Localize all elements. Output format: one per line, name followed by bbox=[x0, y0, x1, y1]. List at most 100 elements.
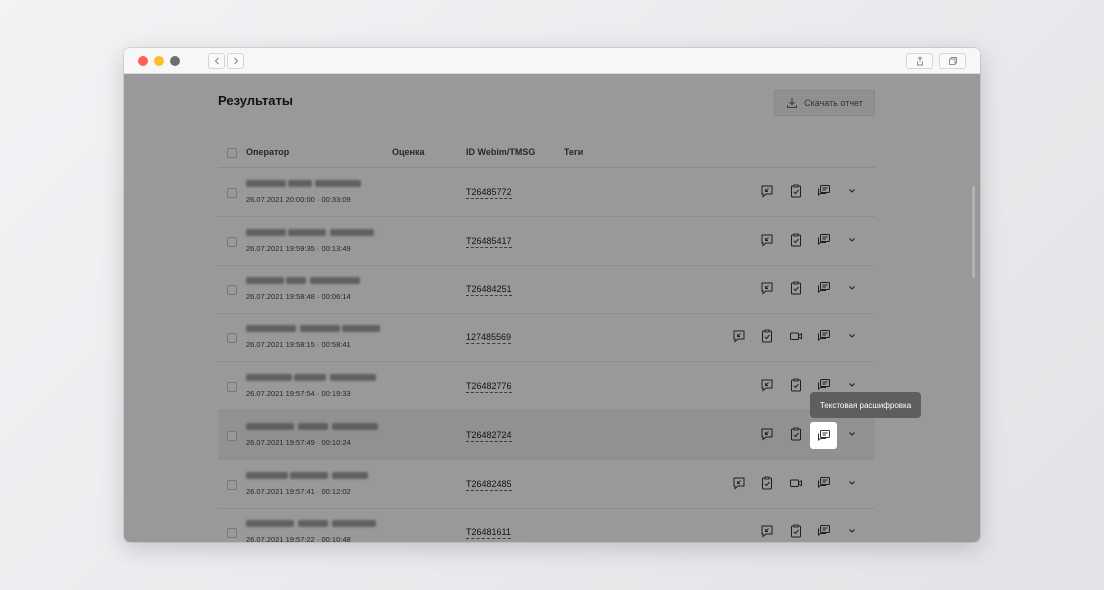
transcript-button[interactable] bbox=[816, 523, 832, 539]
table-row[interactable]: 26.07.2021 19:57:54 · 00:19:33 T26482776 bbox=[218, 362, 875, 411]
operator-name-redacted bbox=[300, 325, 340, 332]
share-button[interactable] bbox=[906, 53, 933, 69]
table-row[interactable]: 26.07.2021 19:57:41 · 00:12:02 T26482485 bbox=[218, 460, 875, 509]
row-id-link[interactable]: T26482485 bbox=[466, 479, 512, 491]
column-id[interactable]: ID Webim/TMSG bbox=[466, 147, 535, 157]
expand-row-button[interactable] bbox=[844, 523, 860, 539]
operator-name-redacted bbox=[290, 472, 328, 479]
column-tags[interactable]: Теги bbox=[564, 147, 583, 157]
chevron-down-icon bbox=[849, 189, 855, 193]
clipboard-check-button[interactable] bbox=[788, 426, 804, 442]
expand-row-button[interactable] bbox=[844, 377, 860, 393]
clipboard-check-button[interactable] bbox=[788, 183, 804, 199]
title-bar bbox=[124, 48, 980, 74]
transcript-button[interactable] bbox=[816, 232, 832, 248]
video-button[interactable] bbox=[788, 328, 804, 344]
transcript-button[interactable] bbox=[816, 328, 832, 344]
back-button[interactable] bbox=[208, 53, 225, 69]
clipboard-check-button[interactable] bbox=[788, 232, 804, 248]
operator-name-redacted bbox=[315, 180, 361, 187]
column-rating[interactable]: Оценка bbox=[392, 147, 424, 157]
row-checkbox[interactable] bbox=[227, 333, 237, 343]
row-id-link[interactable]: T26482724 bbox=[466, 430, 512, 442]
forward-button[interactable] bbox=[227, 53, 244, 69]
transcript-icon bbox=[818, 525, 830, 536]
row-timestamp: 26.07.2021 19:57:41 · 00:12:02 bbox=[246, 487, 351, 496]
operator-name-redacted bbox=[246, 423, 294, 430]
video-icon bbox=[790, 479, 802, 487]
row-id-link[interactable]: T26481611 bbox=[466, 527, 511, 539]
row-checkbox[interactable] bbox=[227, 480, 237, 490]
comment-button[interactable] bbox=[731, 475, 747, 491]
download-report-label: Скачать отчет bbox=[804, 98, 863, 108]
transcript-button[interactable] bbox=[816, 280, 832, 296]
clipboard-check-button[interactable] bbox=[759, 328, 775, 344]
row-id-link[interactable]: T26485417 bbox=[466, 236, 512, 248]
comment-button[interactable] bbox=[759, 426, 775, 442]
clipboard-check-icon bbox=[762, 329, 772, 343]
transcript-button[interactable] bbox=[816, 377, 832, 393]
chevron-right-icon bbox=[233, 57, 238, 65]
comment-button[interactable] bbox=[759, 377, 775, 393]
minimize-window-button[interactable] bbox=[154, 56, 164, 66]
table-row[interactable]: 26.07.2021 19:59:35 · 00:13:49 T26485417 bbox=[218, 217, 875, 266]
row-checkbox[interactable] bbox=[227, 431, 237, 441]
transcript-tooltip: Текстовая расшифровка bbox=[810, 392, 921, 418]
expand-row-button[interactable] bbox=[844, 475, 860, 491]
table-row[interactable]: 26.07.2021 19:58:15 · 00:58:41 127485569 bbox=[218, 313, 875, 362]
expand-row-button[interactable] bbox=[844, 426, 860, 442]
expand-row-button[interactable] bbox=[844, 328, 860, 344]
operator-name-redacted bbox=[342, 325, 380, 332]
row-checkbox[interactable] bbox=[227, 285, 237, 295]
operator-name-redacted bbox=[288, 229, 326, 236]
clipboard-check-button[interactable] bbox=[788, 377, 804, 393]
table-header: Оператор Оценка ID Webim/TMSG Теги bbox=[218, 136, 875, 168]
clipboard-check-button[interactable] bbox=[788, 523, 804, 539]
zoom-window-button[interactable] bbox=[170, 56, 180, 66]
row-timestamp: 26.07.2021 19:57:54 · 00:19:33 bbox=[246, 389, 351, 398]
operator-name-redacted bbox=[246, 520, 294, 527]
download-report-button[interactable]: Скачать отчет bbox=[774, 90, 875, 116]
clipboard-check-button[interactable] bbox=[788, 280, 804, 296]
row-timestamp: 26.07.2021 19:58:15 · 00:58:41 bbox=[246, 340, 351, 349]
table-row[interactable]: 26.07.2021 19:57:49 · 00:10:24 T26482724 bbox=[218, 411, 875, 460]
comment-button[interactable] bbox=[759, 183, 775, 199]
comment-button[interactable] bbox=[759, 280, 775, 296]
table-row[interactable]: 26.07.2021 19:58:48 · 00:06:14 T26484251 bbox=[218, 265, 875, 314]
row-checkbox[interactable] bbox=[227, 237, 237, 247]
row-checkbox[interactable] bbox=[227, 528, 237, 538]
clipboard-check-button[interactable] bbox=[759, 475, 775, 491]
video-button[interactable] bbox=[788, 475, 804, 491]
row-id-link[interactable]: T26484251 bbox=[466, 284, 512, 296]
transcript-button[interactable] bbox=[816, 475, 832, 491]
table-row[interactable]: 26.07.2021 20:00:00 · 00:33:09 T26485772 bbox=[218, 168, 875, 217]
operator-name-redacted bbox=[246, 180, 286, 187]
transcript-icon bbox=[818, 379, 830, 390]
chevron-down-icon bbox=[849, 286, 855, 290]
comment-icon bbox=[761, 185, 773, 198]
comment-button[interactable] bbox=[731, 328, 747, 344]
row-id-link[interactable]: T26485772 bbox=[466, 187, 512, 199]
row-id-link[interactable]: 127485569 bbox=[466, 332, 512, 344]
table-row[interactable]: 26.07.2021 19:57:22 · 00:10:48 T26481611 bbox=[218, 508, 875, 542]
expand-row-button[interactable] bbox=[844, 232, 860, 248]
transcript-icon bbox=[818, 477, 830, 488]
expand-row-button[interactable] bbox=[844, 280, 860, 296]
chevron-down-icon bbox=[849, 529, 855, 533]
transcript-button[interactable] bbox=[816, 183, 832, 199]
row-checkbox[interactable] bbox=[227, 382, 237, 392]
row-timestamp: 26.07.2021 19:59:35 · 00:13:49 bbox=[246, 244, 351, 253]
operator-name-redacted bbox=[246, 374, 292, 381]
transcript-button-active[interactable] bbox=[810, 422, 837, 449]
row-checkbox[interactable] bbox=[227, 188, 237, 198]
close-window-button[interactable] bbox=[138, 56, 148, 66]
row-id-link[interactable]: T26482776 bbox=[466, 381, 512, 393]
comment-button[interactable] bbox=[759, 232, 775, 248]
scrollbar[interactable] bbox=[972, 186, 975, 278]
tabs-button[interactable] bbox=[939, 53, 966, 69]
select-all-checkbox[interactable] bbox=[227, 148, 237, 158]
expand-row-button[interactable] bbox=[844, 183, 860, 199]
column-operator[interactable]: Оператор bbox=[246, 147, 289, 157]
operator-name-redacted bbox=[298, 423, 328, 430]
comment-button[interactable] bbox=[759, 523, 775, 539]
